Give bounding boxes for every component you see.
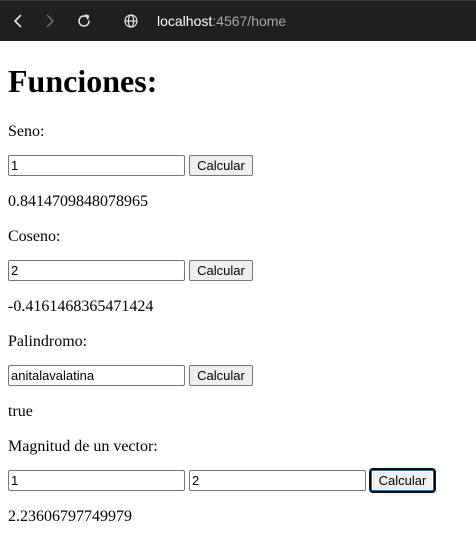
seno-result: 0.8414709848078965 — [8, 193, 148, 210]
magnitud-label: Magnitud de un vector: — [8, 438, 158, 455]
back-arrow-icon[interactable] — [6, 9, 30, 33]
page-title: Funciones: — [8, 63, 158, 99]
magnitud-result: 2.23606797749979 — [8, 508, 132, 525]
browser-toolbar: localhost:4567/home — [0, 0, 476, 41]
seno-input[interactable] — [8, 155, 185, 176]
coseno-calcular-button[interactable]: Calcular — [189, 260, 253, 281]
magnitud-x-input[interactable] — [8, 470, 185, 491]
palindromo-result: true — [8, 403, 33, 420]
url-host: localhost — [157, 13, 213, 29]
coseno-label: Coseno: — [8, 228, 61, 245]
magnitud-calcular-button[interactable]: Calcular — [369, 468, 436, 493]
palindromo-label: Palindromo: — [8, 333, 88, 350]
seno-calcular-button[interactable]: Calcular — [189, 155, 253, 176]
url-path: :4567/home — [212, 13, 287, 29]
site-info-globe-icon[interactable] — [119, 9, 143, 33]
address-bar[interactable]: localhost:4567/home — [157, 12, 286, 30]
coseno-result: -0.4161468365471424 — [8, 298, 154, 315]
palindromo-calcular-button[interactable]: Calcular — [189, 365, 253, 386]
forward-arrow-icon[interactable] — [38, 9, 62, 33]
magnitud-y-input[interactable] — [189, 470, 366, 491]
seno-label: Seno: — [8, 123, 45, 140]
palindromo-input[interactable] — [8, 365, 185, 386]
refresh-icon[interactable] — [72, 9, 96, 33]
coseno-input[interactable] — [8, 260, 185, 281]
